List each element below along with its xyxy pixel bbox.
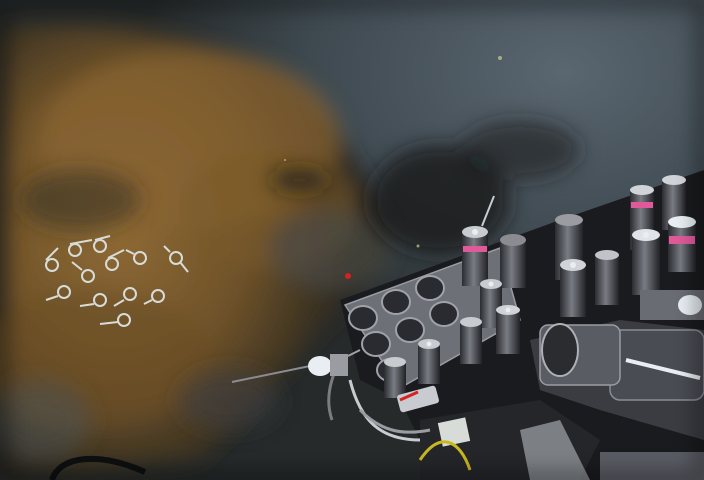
red-laser-dot	[345, 273, 351, 279]
scene-canvas	[0, 0, 704, 480]
magenta-band-3	[669, 236, 695, 244]
magenta-band-2	[631, 202, 653, 208]
seafloor-scene	[0, 0, 704, 480]
magenta-band-1	[463, 246, 487, 252]
